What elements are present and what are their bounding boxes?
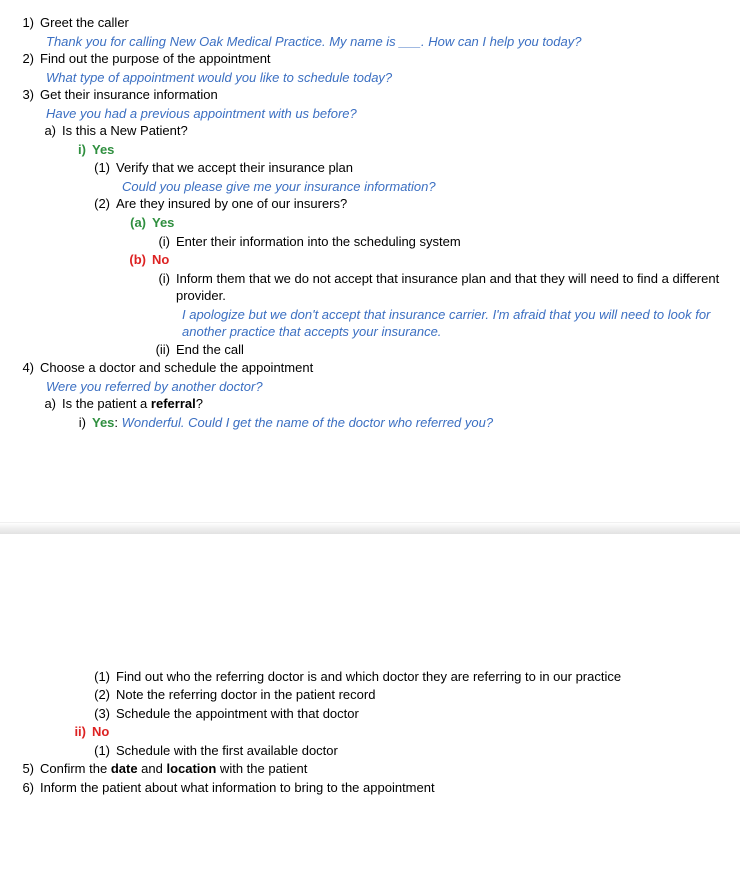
step-3ai2ai: (i) Enter their information into the sch…: [16, 233, 724, 251]
step-2-prompt: What type of appointment would you like …: [16, 69, 724, 87]
step-3a-number: a): [16, 122, 62, 140]
step-3ai1: (1) Verify that we accept their insuranc…: [16, 159, 724, 177]
step-3ai2bii-text: End the call: [176, 341, 724, 359]
step-4a-pre: Is the patient a: [62, 396, 151, 411]
step-4ai-colon: :: [114, 415, 121, 430]
step-4a-text: Is the patient a referral?: [62, 395, 724, 413]
step-3ai-number: i): [16, 141, 92, 159]
step-4-number: 4): [16, 359, 40, 377]
step-6: 6) Inform the patient about what informa…: [16, 779, 724, 797]
step-4aii1: (1) Schedule with the first available do…: [16, 742, 724, 760]
step-4a-referral: referral: [151, 396, 196, 411]
step-1-number: 1): [16, 14, 40, 32]
step-5-post: with the patient: [216, 761, 307, 776]
step-3ai2b-no: No: [152, 251, 724, 269]
step-2-number: 2): [16, 50, 40, 68]
step-3ai2a-yes: Yes: [152, 214, 724, 232]
step-3ai2a-number: (a): [16, 214, 152, 232]
step-4ai: i) Yes: Wonderful. Could I get the name …: [16, 414, 724, 432]
step-4ai-yes: Yes: [92, 415, 114, 430]
step-4a-post: ?: [196, 396, 203, 411]
step-4: 4) Choose a doctor and schedule the appo…: [16, 359, 724, 377]
step-3-text: Get their insurance information: [40, 86, 724, 104]
step-4ai3-text: Schedule the appointment with that docto…: [116, 705, 724, 723]
call-script-page2: (1) Find out who the referring doctor is…: [0, 654, 740, 797]
step-1-text: Greet the caller: [40, 14, 724, 32]
page-break: [0, 522, 740, 534]
step-3a-text: Is this a New Patient?: [62, 122, 724, 140]
step-3-prompt: Have you had a previous appointment with…: [16, 105, 724, 123]
step-3ai2bi-number: (i): [16, 270, 176, 288]
step-3ai2bi: (i) Inform them that we do not accept th…: [16, 270, 724, 305]
step-3ai2ai-number: (i): [16, 233, 176, 251]
step-3ai2bii: (ii) End the call: [16, 341, 724, 359]
step-4a-number: a): [16, 395, 62, 413]
step-3-number: 3): [16, 86, 40, 104]
step-4ai-text: Yes: Wonderful. Could I get the name of …: [92, 414, 724, 432]
step-3ai2bi-prompt: I apologize but we don't accept that ins…: [16, 306, 724, 341]
step-4ai1-number: (1): [16, 668, 116, 686]
step-5-location: location: [166, 761, 216, 776]
step-4ai-number: i): [16, 414, 92, 432]
step-6-number: 6): [16, 779, 40, 797]
step-3ai2b: (b) No: [16, 251, 724, 269]
call-script-page1: 1) Greet the caller Thank you for callin…: [0, 0, 740, 432]
step-3ai2bi-text: Inform them that we do not accept that i…: [176, 270, 724, 305]
step-3ai1-text: Verify that we accept their insurance pl…: [116, 159, 724, 177]
step-4aii1-text: Schedule with the first available doctor: [116, 742, 724, 760]
step-4ai3-number: (3): [16, 705, 116, 723]
step-5-number: 5): [16, 760, 40, 778]
step-3ai: i) Yes: [16, 141, 724, 159]
step-4aii1-number: (1): [16, 742, 116, 760]
step-3ai-yes: Yes: [92, 141, 724, 159]
step-5: 5) Confirm the date and location with th…: [16, 760, 724, 778]
step-4a: a) Is the patient a referral?: [16, 395, 724, 413]
step-5-pre: Confirm the: [40, 761, 111, 776]
step-3ai2: (2) Are they insured by one of our insur…: [16, 195, 724, 213]
step-3ai2-text: Are they insured by one of our insurers?: [116, 195, 724, 213]
step-4ai1: (1) Find out who the referring doctor is…: [16, 668, 724, 686]
step-1-prompt: Thank you for calling New Oak Medical Pr…: [16, 33, 724, 51]
step-4aii: ii) No: [16, 723, 724, 741]
step-1: 1) Greet the caller: [16, 14, 724, 32]
step-3ai2ai-text: Enter their information into the schedul…: [176, 233, 724, 251]
step-4ai-prompt: Wonderful. Could I get the name of the d…: [122, 415, 493, 430]
step-4ai2: (2) Note the referring doctor in the pat…: [16, 686, 724, 704]
step-3ai1-number: (1): [16, 159, 116, 177]
step-3ai1-prompt: Could you please give me your insurance …: [16, 178, 724, 196]
step-4ai2-number: (2): [16, 686, 116, 704]
step-3ai2bii-number: (ii): [16, 341, 176, 359]
step-4aii-no: No: [92, 723, 724, 741]
step-4-prompt: Were you referred by another doctor?: [16, 378, 724, 396]
step-2: 2) Find out the purpose of the appointme…: [16, 50, 724, 68]
step-5-date: date: [111, 761, 138, 776]
step-3: 3) Get their insurance information: [16, 86, 724, 104]
step-2-text: Find out the purpose of the appointment: [40, 50, 724, 68]
step-3ai2-number: (2): [16, 195, 116, 213]
step-4-text: Choose a doctor and schedule the appoint…: [40, 359, 724, 377]
step-5-text: Confirm the date and location with the p…: [40, 760, 724, 778]
step-5-mid: and: [138, 761, 167, 776]
step-3ai2a: (a) Yes: [16, 214, 724, 232]
step-4ai1-text: Find out who the referring doctor is and…: [116, 668, 724, 686]
step-6-text: Inform the patient about what informatio…: [40, 779, 724, 797]
step-3ai2b-number: (b): [16, 251, 152, 269]
step-4ai2-text: Note the referring doctor in the patient…: [116, 686, 724, 704]
step-4aii-number: ii): [16, 723, 92, 741]
step-3a: a) Is this a New Patient?: [16, 122, 724, 140]
step-4ai3: (3) Schedule the appointment with that d…: [16, 705, 724, 723]
